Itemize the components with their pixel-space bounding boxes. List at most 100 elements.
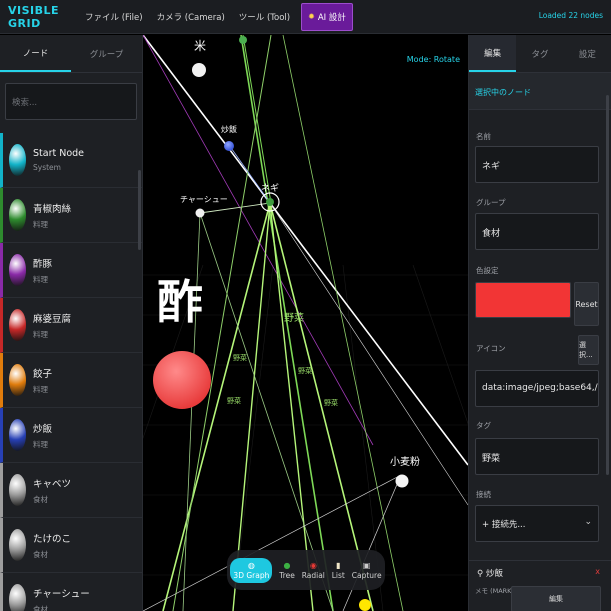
- node-name: 酢豚: [33, 258, 53, 270]
- menu-file[interactable]: ファイル (File): [78, 0, 150, 34]
- node-group: 料理: [33, 329, 48, 339]
- lightbulb-icon: ✹: [308, 12, 315, 21]
- label-su: 酢: [157, 275, 203, 329]
- node-sphere-su[interactable]: [153, 351, 211, 409]
- group-input[interactable]: 食材: [475, 213, 599, 250]
- connection-label: 炒飯: [485, 569, 503, 579]
- capture-button[interactable]: ▣ Capture: [352, 561, 382, 580]
- connection-name: ⚲ 炒飯: [477, 567, 503, 579]
- label-char-siu: チャーシュー: [180, 195, 228, 204]
- tab-edit[interactable]: 編集: [469, 35, 517, 72]
- node-name: 餃子: [33, 368, 53, 380]
- node-list-item[interactable]: Start Node System: [0, 133, 142, 188]
- view-3d-graph-button[interactable]: ◍ 3D Graph: [230, 557, 273, 583]
- camera-icon: ▣: [362, 560, 371, 570]
- loaded-status: Loaded 22 nodes: [538, 11, 603, 20]
- node-group: 料理: [33, 439, 48, 449]
- node-sphere-rice[interactable]: [192, 63, 206, 77]
- tab-tags[interactable]: タグ: [516, 35, 563, 72]
- remove-connection-button[interactable]: x: [595, 567, 600, 576]
- node-sphere-yellow[interactable]: [359, 599, 371, 611]
- connect-label: 接続: [476, 490, 491, 499]
- tab-nodes[interactable]: ノード: [0, 35, 71, 72]
- node-sphere-fried-rice[interactable]: [224, 141, 234, 151]
- view-radial-button[interactable]: ◉ Radial: [302, 561, 325, 580]
- icon-input[interactable]: data:image/jpeg;base64,/9j/4AAQSkZJRg: [475, 370, 599, 407]
- view-list-button[interactable]: ▮ List: [332, 561, 345, 580]
- list-icon: ▮: [336, 560, 341, 570]
- node-list-item[interactable]: キャベツ 食材: [0, 463, 142, 518]
- menu-camera[interactable]: カメラ (Camera): [150, 0, 232, 34]
- node-list-item[interactable]: たけのこ 食材: [0, 518, 142, 573]
- view-3d-graph-label: 3D Graph: [233, 570, 270, 580]
- name-input[interactable]: ネギ: [475, 146, 599, 183]
- node-sphere-flour[interactable]: [395, 474, 409, 488]
- link-icon: ⚲: [477, 569, 486, 579]
- edge-label-yasai: 野菜: [233, 353, 247, 362]
- node-list-item[interactable]: 酢豚 料理: [0, 243, 142, 298]
- node-sphere-negi[interactable]: [266, 198, 274, 206]
- node-group: 料理: [33, 274, 48, 284]
- node-list-item[interactable]: チャーシュー 食材: [0, 573, 142, 611]
- group-label: グループ: [476, 198, 506, 207]
- color-reset-button[interactable]: Reset: [574, 282, 599, 326]
- color-swatch[interactable]: [475, 282, 571, 318]
- connect-select[interactable]: + 接続先... ⌄: [475, 505, 599, 542]
- view-list-label: List: [331, 570, 345, 580]
- view-tree-label: Tree: [279, 570, 295, 580]
- node-group: 食材: [33, 494, 48, 504]
- left-tabs: ノード グループ: [0, 35, 142, 73]
- icon-label: アイコン: [476, 344, 506, 353]
- node-name: チャーシュー: [33, 588, 90, 600]
- app-brand: VISIBLE GRID: [8, 3, 60, 30]
- node-group: 食材: [33, 549, 48, 559]
- icon-select-button[interactable]: 選択...: [578, 335, 599, 365]
- node-list-item[interactable]: 炒飯 料理: [0, 408, 142, 463]
- radial-icon: ◉: [309, 560, 317, 570]
- node-list-item[interactable]: 青椒肉絲 料理: [0, 188, 142, 243]
- node-name: Start Node: [33, 148, 85, 159]
- right-scrollbar[interactable]: [606, 95, 609, 475]
- chevron-down-icon: ⌄: [584, 517, 592, 527]
- search-input[interactable]: 検索...: [5, 83, 137, 120]
- node-list: Start Node System 青椒肉絲 料理 酢豚 料理 麻婆豆腐 料理 餃子 料理…: [0, 133, 142, 611]
- node-list-item[interactable]: 餃子 料理: [0, 353, 142, 408]
- node-sphere-char-siu[interactable]: [195, 208, 205, 218]
- node-name: キャベツ: [33, 478, 72, 490]
- color-label: 色設定: [476, 266, 499, 275]
- tab-settings[interactable]: 設定: [564, 35, 611, 72]
- node-name: 炒飯: [33, 423, 53, 435]
- view-tree-button[interactable]: ● Tree: [279, 561, 295, 580]
- ai-design-label: AI 設計: [317, 12, 346, 23]
- node-sphere-icon: [9, 529, 26, 561]
- edge-label-yasai: 野菜: [298, 366, 312, 375]
- node-list-item[interactable]: 麻婆豆腐 料理: [0, 298, 142, 353]
- globe-icon: ◍: [247, 560, 255, 570]
- right-panel: 編集 タグ 設定 選択中のノード 名前 ネギ グループ 食材 色設定 Reset…: [468, 35, 611, 611]
- node-group: 食材: [33, 604, 48, 611]
- connection-item: ⚲ 炒飯 x メモ (MARKDOWN) 編集: [469, 560, 611, 611]
- left-scrollbar[interactable]: [138, 170, 141, 250]
- edge-label-yasai: 野菜: [227, 396, 241, 405]
- edge-label-yasai: 野菜: [284, 312, 304, 324]
- view-radial-label: Radial: [301, 570, 325, 580]
- node-group: 料理: [33, 219, 48, 229]
- name-label: 名前: [476, 132, 491, 141]
- node-sphere-icon: [9, 144, 26, 176]
- capture-label: Capture: [351, 570, 382, 580]
- node-sphere-icon: [9, 199, 26, 231]
- node-name: たけのこ: [33, 533, 72, 545]
- tab-groups[interactable]: グループ: [71, 35, 142, 72]
- memo-edit-button[interactable]: 編集: [511, 586, 601, 611]
- graph-canvas[interactable]: 米 炒飯 チャーシュー ネギ 酢 小麦粉 野菜 野菜 野菜 野菜 野菜 Mode…: [143, 35, 468, 611]
- tag-input[interactable]: 野菜: [475, 438, 599, 475]
- node-sphere-icon: [9, 419, 26, 451]
- node-sphere-top[interactable]: [239, 36, 247, 44]
- menu-tool[interactable]: ツール (Tool): [232, 0, 297, 34]
- ai-design-button[interactable]: ✹ AI 設計: [301, 2, 353, 31]
- node-sphere-icon: [9, 254, 26, 286]
- top-menu-bar: VISIBLE GRID ファイル (File) カメラ (Camera) ツー…: [0, 0, 611, 34]
- right-tabs: 編集 タグ 設定: [469, 35, 611, 73]
- node-sphere-icon: [9, 474, 26, 506]
- label-fried-rice: 炒飯: [221, 124, 237, 134]
